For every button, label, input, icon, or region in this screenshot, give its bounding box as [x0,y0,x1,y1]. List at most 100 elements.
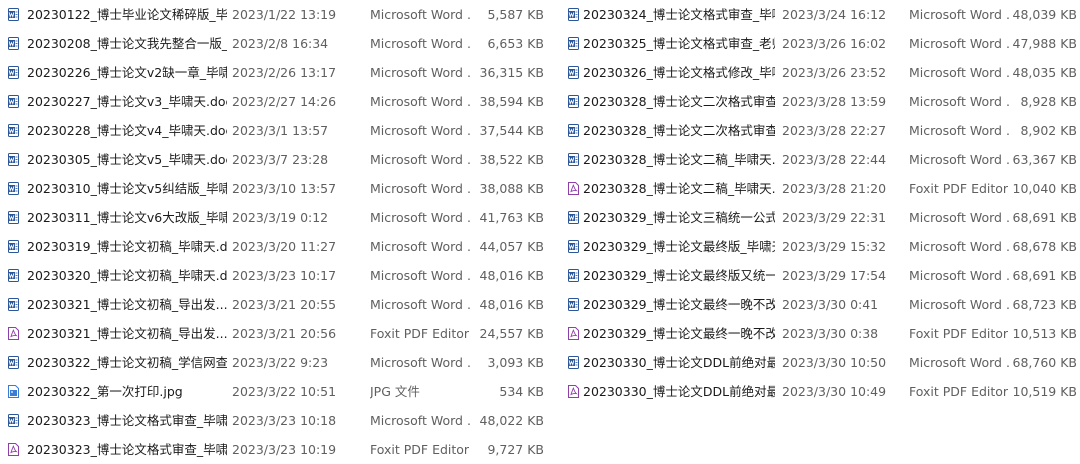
file-size: 48,039 KB [1012,7,1077,22]
file-row[interactable]: 20230326_博士论文格式修改_毕啸天... 2023/3/26 23:52 M… [560,58,1080,87]
file-row[interactable]: 20230226_博士论文v2缺一章_毕啸天... 2023/2/26 13:17… [0,58,560,87]
word-doc-icon [568,298,579,311]
file-date-modified: 2023/3/22 9:23 [232,355,329,370]
pdf-doc-icon [8,443,19,456]
file-name[interactable]: 20230322_第一次打印.jpg [27,377,227,406]
file-row[interactable]: 20230329_博士论文三稿统一公式_蒋... 2023/3/29 22:31 M… [560,203,1080,232]
file-name[interactable]: 20230324_博士论文格式审查_毕啸天... [583,0,775,29]
file-size: 48,016 KB [479,268,544,283]
file-name[interactable]: 20230311_博士论文v6大改版_毕啸天... [27,203,227,232]
file-row[interactable]: 20230322_第一次打印.jpg 2023/3/22 10:51 JPG 文件 5… [0,377,560,406]
file-row[interactable]: 20230329_博士论文最终一晚不改版_... 2023/3/30 0:38 Fo… [560,319,1080,348]
file-row[interactable]: 20230324_博士论文格式审查_毕啸天... 2023/3/24 16:12 M… [560,0,1080,29]
file-name[interactable]: 20230305_博士论文v5_毕啸天.docx [27,145,227,174]
file-date-modified: 2023/3/28 13:59 [782,94,887,109]
file-type: Microsoft Word ... [370,152,472,167]
file-row[interactable]: 20230328_博士论文二稿_毕啸天.docx 2023/3/28 22:44 M… [560,145,1080,174]
file-row[interactable]: 20230311_博士论文v6大改版_毕啸天... 2023/3/19 0:12 M… [0,203,560,232]
file-row[interactable]: 20230328_博士论文二次格式审查_... 2023/3/28 22:27 Mi… [560,116,1080,145]
file-type: Microsoft Word ... [909,152,1011,167]
word-doc-icon [8,153,19,166]
file-row[interactable]: 20230321_博士论文初稿_导出发... 2023/3/21 20:55 Mic… [0,290,560,319]
file-name[interactable]: 20230328_博士论文二稿_毕啸天.pdf [583,174,775,203]
file-date-modified: 2023/2/27 14:26 [232,94,337,109]
word-doc-icon [8,240,19,253]
file-name[interactable]: 20230329_博士论文三稿统一公式_蒋... [583,203,775,232]
file-date-modified: 2023/3/21 20:56 [232,326,337,341]
file-date-modified: 2023/3/1 13:57 [232,123,329,138]
pdf-doc-icon [568,327,579,340]
file-row[interactable]: 20230329_博士论文最终版_毕啸天.d... 2023/3/29 15:32… [560,232,1080,261]
file-size: 68,723 KB [1012,297,1077,312]
file-name[interactable]: 20230323_博士论文格式审查_毕啸天... [27,435,227,464]
file-name[interactable]: 20230322_博士论文初稿_学信网查重... [27,348,227,377]
file-name[interactable]: 20230321_博士论文初稿_导出发... [27,290,227,319]
file-row[interactable]: 20230325_博士论文格式审查_老师... 2023/3/26 16:02 Mi… [560,29,1080,58]
file-name[interactable]: 20230325_博士论文格式审查_老师... [583,29,775,58]
file-name[interactable]: 20230319_博士论文初稿_毕啸天.docx [27,232,227,261]
file-row[interactable]: 20230328_博士论文二稿_毕啸天.pdf 2023/3/28 21:20 Fo… [560,174,1080,203]
file-row[interactable]: 20230310_博士论文v5纠结版_毕啸天... 2023/3/10 13:57… [0,174,560,203]
file-name[interactable]: 20230320_博士论文初稿_毕啸天.docx [27,261,227,290]
file-name[interactable]: 20230328_博士论文二次格式审查_毕... [583,87,775,116]
file-type: Microsoft Word ... [370,413,472,428]
file-row[interactable]: 20230323_博士论文格式审查_毕啸天... 2023/3/23 10:19 F… [0,435,560,464]
file-name[interactable]: 20230208_博士论文我先整合一版_毕... [27,29,227,58]
file-size: 8,902 KB [1020,123,1077,138]
file-name[interactable]: 20230228_博士论文v4_毕啸天.docx [27,116,227,145]
file-name[interactable]: 20230330_博士论文DDL前绝对最终... [583,348,775,377]
word-doc-icon [8,414,19,427]
file-size: 68,691 KB [1012,210,1077,225]
file-type: Microsoft Word ... [909,123,1011,138]
file-date-modified: 2023/2/26 13:17 [232,65,337,80]
file-row[interactable]: 20230122_博士毕业论文稀碎版_毕啸... 2023/1/22 13:19 M… [0,0,560,29]
file-size: 37,544 KB [479,123,544,138]
file-row[interactable]: 20230323_博士论文格式审查_毕啸天... 2023/3/23 10:18 M… [0,406,560,435]
word-doc-icon [8,298,19,311]
file-date-modified: 2023/3/30 0:41 [782,297,879,312]
file-row[interactable]: 20230330_博士论文DDL前绝对最终... 2023/3/30 10:50 M… [560,348,1080,377]
file-name[interactable]: 20230329_博士论文最终版又统一了... [583,261,775,290]
file-row[interactable]: 20230227_博士论文v3_毕啸天.docx 2023/2/27 14:26 M… [0,87,560,116]
file-name[interactable]: 20230310_博士论文v5纠结版_毕啸天... [27,174,227,203]
file-row[interactable]: 20230329_博士论文最终版又统一了... 2023/3/29 17:54 Mi… [560,261,1080,290]
file-row[interactable]: 20230329_博士论文最终一晚不改版_... 2023/3/30 0:41 Mi… [560,290,1080,319]
file-row[interactable]: 20230321_博士论文初稿_导出发... 2023/3/21 20:56 Fox… [0,319,560,348]
file-date-modified: 2023/3/23 10:18 [232,413,337,428]
word-doc-icon [568,211,579,224]
file-name[interactable]: 20230328_博士论文二次格式审查_... [583,116,775,145]
file-type: Microsoft Word ... [909,355,1011,370]
file-row[interactable]: 20230330_博士论文DDL前绝对最终... 2023/3/30 10:49 F… [560,377,1080,406]
file-date-modified: 2023/3/28 21:20 [782,181,887,196]
file-type: Microsoft Word ... [909,268,1011,283]
file-row[interactable]: 20230319_博士论文初稿_毕啸天.docx 2023/3/20 11:27 M… [0,232,560,261]
file-row[interactable]: 20230320_博士论文初稿_毕啸天.docx 2023/3/23 10:17 M… [0,261,560,290]
file-date-modified: 2023/3/28 22:27 [782,123,887,138]
image-file-icon [8,385,19,398]
file-row[interactable]: 20230322_博士论文初稿_学信网查重... 2023/3/22 9:23 Mi… [0,348,560,377]
file-row[interactable]: 20230208_博士论文我先整合一版_毕... 2023/2/8 16:34 Mi… [0,29,560,58]
file-name[interactable]: 20230329_博士论文最终一晚不改版_... [583,290,775,319]
file-name[interactable]: 20230122_博士毕业论文稀碎版_毕啸... [27,0,227,29]
file-list-right: 20230324_博士论文格式审查_毕啸天... 2023/3/24 16:12 M… [560,0,1080,406]
file-name[interactable]: 20230323_博士论文格式审查_毕啸天... [27,406,227,435]
file-date-modified: 2023/3/30 10:49 [782,384,887,399]
file-name[interactable]: 20230321_博士论文初稿_导出发... [27,319,227,348]
file-type: Microsoft Word ... [370,268,472,283]
file-name[interactable]: 20230226_博士论文v2缺一章_毕啸天... [27,58,227,87]
file-date-modified: 2023/3/23 10:19 [232,442,337,457]
file-type: Foxit PDF Editor ... [909,326,1011,341]
file-size: 68,691 KB [1012,268,1077,283]
file-name[interactable]: 20230326_博士论文格式修改_毕啸天... [583,58,775,87]
file-name[interactable]: 20230330_博士论文DDL前绝对最终... [583,377,775,406]
file-size: 9,727 KB [487,442,544,457]
word-doc-icon [8,182,19,195]
file-date-modified: 2023/3/24 16:12 [782,7,887,22]
file-row[interactable]: 20230228_博士论文v4_毕啸天.docx 2023/3/1 13:57 Mi… [0,116,560,145]
file-name[interactable]: 20230328_博士论文二稿_毕啸天.docx [583,145,775,174]
file-name[interactable]: 20230227_博士论文v3_毕啸天.docx [27,87,227,116]
file-row[interactable]: 20230305_博士论文v5_毕啸天.docx 2023/3/7 23:28 Mi… [0,145,560,174]
file-name[interactable]: 20230329_博士论文最终版_毕啸天.d... [583,232,775,261]
file-row[interactable]: 20230328_博士论文二次格式审查_毕... 2023/3/28 13:59 M… [560,87,1080,116]
file-name[interactable]: 20230329_博士论文最终一晚不改版_... [583,319,775,348]
